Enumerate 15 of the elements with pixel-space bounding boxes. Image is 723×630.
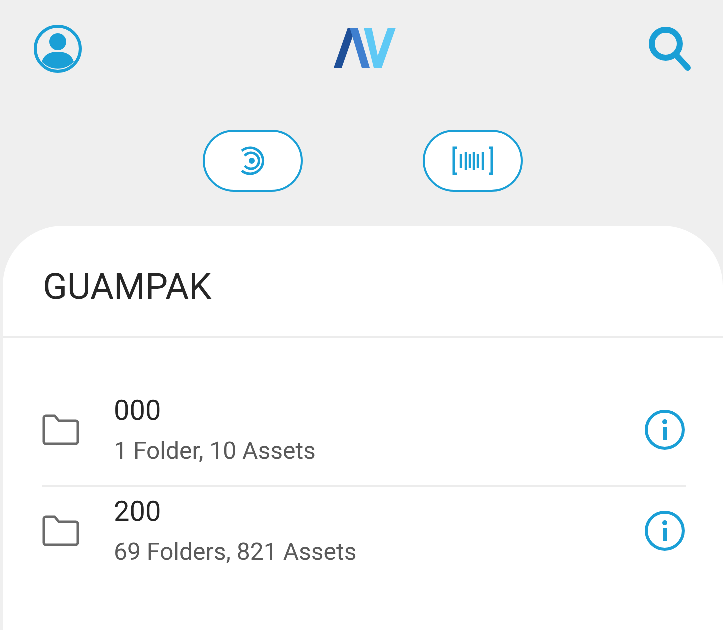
rfid-scan-button[interactable] xyxy=(202,130,302,192)
logo-icon xyxy=(334,28,396,70)
barcode-scan-button[interactable] xyxy=(422,130,522,192)
info-icon[interactable] xyxy=(644,408,686,450)
folder-summary: 1 Folder, 10 Assets xyxy=(114,437,317,465)
barcode-icon xyxy=(452,146,494,176)
info-icon[interactable] xyxy=(644,510,686,552)
profile-icon[interactable] xyxy=(33,24,83,74)
folder-summary: 69 Folders, 821 Assets xyxy=(114,538,358,566)
folder-icon xyxy=(42,414,80,446)
folder-name[interactable]: 200 xyxy=(114,495,644,528)
folder-name[interactable]: 000 xyxy=(114,394,644,427)
folder-icon xyxy=(42,514,80,546)
location-title: GUAMPAK xyxy=(3,226,723,338)
search-icon[interactable] xyxy=(647,25,693,73)
